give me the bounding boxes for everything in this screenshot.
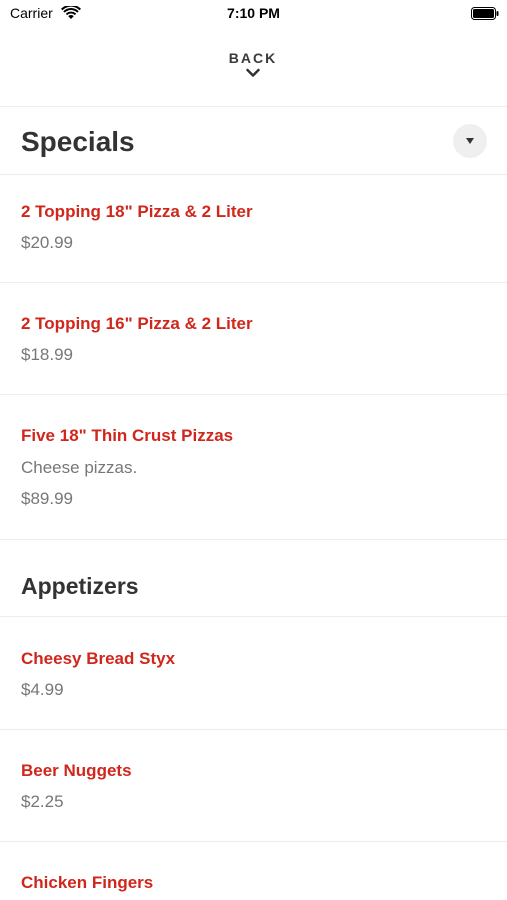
category-dropdown-button[interactable] xyxy=(453,124,487,158)
section-title: Appetizers xyxy=(21,573,139,599)
menu-item[interactable]: Beer Nuggets $2.25 xyxy=(0,730,507,841)
item-price: $4.99 xyxy=(21,680,64,699)
battery-icon xyxy=(471,7,499,20)
item-price: $20.99 xyxy=(21,233,73,252)
item-name: Five 18" Thin Crust Pizzas xyxy=(21,426,234,445)
menu-item[interactable]: Five 18" Thin Crust Pizzas Cheese pizzas… xyxy=(0,395,507,539)
back-label: BACK xyxy=(228,50,278,66)
item-price: $89.99 xyxy=(21,489,73,508)
item-price: $2.25 xyxy=(21,792,64,811)
menu-item[interactable]: 2 Topping 18" Pizza & 2 Liter $20.99 xyxy=(0,175,507,282)
caret-down-icon xyxy=(466,138,474,144)
item-name: 2 Topping 18" Pizza & 2 Liter xyxy=(21,202,253,221)
section-header-appetizers: Appetizers xyxy=(0,540,507,616)
item-name: 2 Topping 16" Pizza & 2 Liter xyxy=(21,314,253,333)
item-name: Cheesy Bread Styx xyxy=(21,649,176,668)
section-header-specials: Specials xyxy=(0,106,507,174)
section-title: Specials xyxy=(21,126,135,157)
item-name: Beer Nuggets xyxy=(21,761,132,780)
item-description: Cheese pizzas. xyxy=(21,458,138,477)
menu-item[interactable]: Cheesy Bread Styx $4.99 xyxy=(0,617,507,729)
item-price: $18.99 xyxy=(21,345,73,364)
chevron-down-icon xyxy=(246,68,260,77)
item-name: Chicken Fingers xyxy=(21,873,154,892)
menu-item[interactable]: 2 Topping 16" Pizza & 2 Liter $18.99 xyxy=(0,283,507,394)
menu-item[interactable]: Chicken Fingers xyxy=(0,842,507,900)
clock-time: 7:10 PM xyxy=(227,5,280,21)
back-button[interactable]: BACK xyxy=(203,46,303,94)
status-bar: Carrier 7:10 PM xyxy=(0,0,507,28)
